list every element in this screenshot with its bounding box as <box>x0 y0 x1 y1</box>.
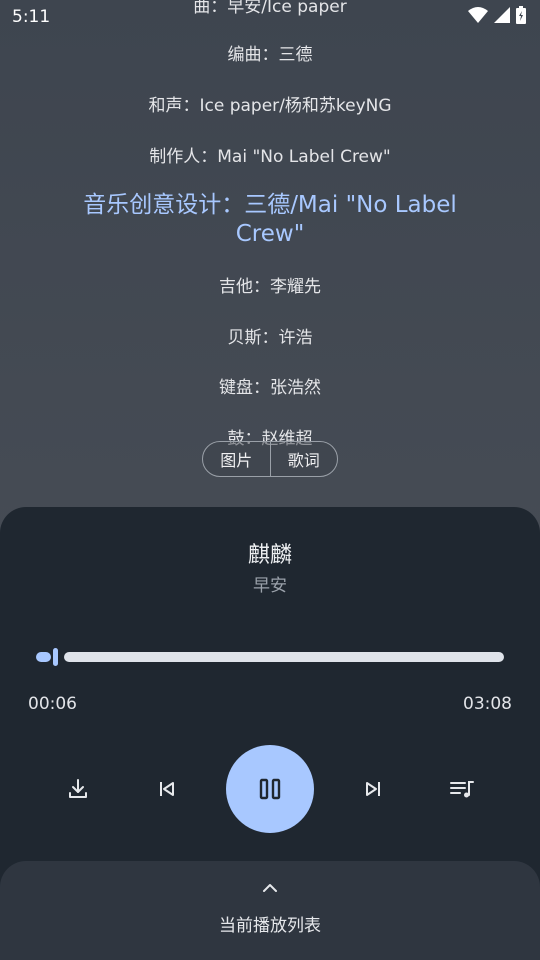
total-time: 03:08 <box>463 694 512 714</box>
progress-slider[interactable] <box>36 648 504 666</box>
lyrics-view-button[interactable]: 歌词 <box>269 442 338 476</box>
lyric-line-active: 音乐创意设计：三德/Mai "No Label Crew" <box>83 192 457 247</box>
status-icons <box>468 6 526 24</box>
pause-icon <box>259 778 281 800</box>
lyric-line: 和声：Ice paper/杨和苏keyNG <box>148 96 392 116</box>
skip-previous-icon <box>160 782 174 796</box>
lyric-line: 键盘：张浩然 <box>219 378 321 398</box>
playlist-music-icon <box>450 781 474 798</box>
progress-track <box>64 652 504 662</box>
wifi-icon <box>468 7 488 23</box>
lyric-line: 制作人：Mai "No Label Crew" <box>149 147 391 167</box>
status-time: 5:11 <box>12 7 51 27</box>
playback-controls <box>0 745 540 835</box>
progress-thumb[interactable] <box>53 648 58 666</box>
view-toggle: 图片 歌词 <box>202 441 338 477</box>
image-view-button[interactable]: 图片 <box>203 442 270 476</box>
signal-icon <box>494 7 510 23</box>
skip-next-icon <box>366 782 380 796</box>
battery-icon <box>516 6 526 24</box>
queue-sheet[interactable]: 当前播放列表 <box>0 861 540 949</box>
lyric-line: 贝斯：许浩 <box>227 328 313 348</box>
lyric-line: 吉他：李耀先 <box>219 277 321 297</box>
song-artist[interactable]: 早安 <box>0 571 540 596</box>
download-icon <box>69 779 87 798</box>
song-title: 麒麟 <box>247 543 292 568</box>
next-button[interactable] <box>351 767 395 811</box>
queue-button[interactable] <box>440 767 484 811</box>
progress-fill <box>36 652 51 662</box>
navigation-bar <box>0 949 540 960</box>
lyrics-panel[interactable]: 曲：早安/Ice paper 编曲：三德 和声：Ice paper/杨和苏key… <box>0 0 540 470</box>
current-time: 00:06 <box>28 694 77 714</box>
previous-button[interactable] <box>145 767 189 811</box>
chevron-up-icon <box>258 881 282 899</box>
status-bar: 5:11 <box>0 0 540 34</box>
download-button[interactable] <box>56 767 100 811</box>
lyric-line: 编曲：三德 <box>227 45 313 65</box>
play-pause-button[interactable] <box>226 745 314 833</box>
queue-label: 当前播放列表 <box>219 916 321 936</box>
